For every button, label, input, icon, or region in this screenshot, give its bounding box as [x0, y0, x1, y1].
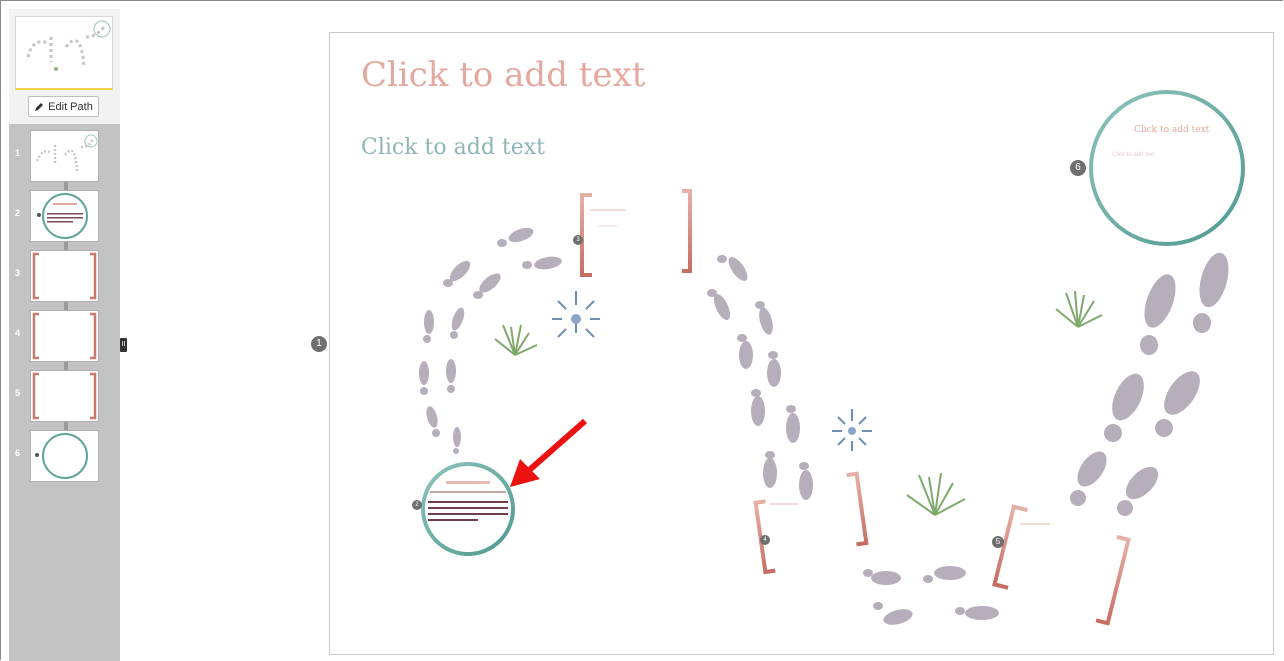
pencil-icon [34, 102, 44, 112]
canvas-artwork [419, 90, 1245, 626]
path-step-2[interactable]: 2 [9, 190, 120, 242]
overview-thumbnail[interactable] [15, 16, 113, 90]
step-thumbnail [30, 130, 99, 182]
path-badge-5[interactable]: 5 [992, 536, 1004, 548]
flower-icon [552, 291, 872, 451]
step-thumbnail [30, 430, 99, 482]
path-step-6[interactable]: 6 [9, 430, 120, 482]
step-thumbnail [30, 190, 99, 242]
sidebar-collapse-handle[interactable]: II [120, 338, 127, 352]
overview-panel: Edit Path [9, 9, 120, 124]
path-step-1[interactable]: 1 [9, 130, 120, 182]
step-number: 2 [15, 208, 21, 218]
step-thumbnail [30, 370, 99, 422]
circle-frame-6[interactable] [1089, 90, 1245, 246]
step-number: 3 [15, 268, 21, 278]
frame6-title[interactable]: Click to add text [1134, 125, 1209, 135]
path-badge-1[interactable]: 1 [311, 336, 327, 352]
edit-path-label: Edit Path [48, 100, 93, 113]
step-number: 4 [15, 328, 21, 338]
step-thumbnail [30, 310, 99, 362]
grass-icon [494, 290, 1103, 516]
path-badge-3[interactable]: 3 [573, 235, 583, 245]
step-number: 6 [15, 448, 21, 458]
path-badge-2[interactable]: 2 [412, 500, 422, 510]
path-badge-6[interactable]: 6 [1070, 160, 1086, 176]
path-step-5[interactable]: 5 [9, 370, 120, 422]
bracket-frame-5[interactable] [992, 504, 1131, 626]
arrow-icon [510, 418, 587, 487]
step-number: 1 [15, 148, 21, 158]
step-thumbnail [30, 250, 99, 302]
footprint-icon [707, 255, 999, 625]
bracket-frame-3[interactable] [580, 189, 692, 277]
slide-sidebar: Edit Path 1 2 3 4 5 6 [9, 9, 120, 661]
footprint-icon [1070, 252, 1229, 516]
path-step-3[interactable]: 3 [9, 250, 120, 302]
path-step-4[interactable]: 4 [9, 310, 120, 362]
edit-path-button[interactable]: Edit Path [28, 96, 99, 117]
path-badge-4[interactable]: 4 [760, 535, 770, 545]
presentation-canvas[interactable]: Click to add text Click to add text Clic… [329, 32, 1274, 655]
footprint-icon [419, 227, 562, 454]
frame6-subtitle[interactable]: Click to add text [1112, 152, 1155, 158]
step-number: 5 [15, 388, 21, 398]
